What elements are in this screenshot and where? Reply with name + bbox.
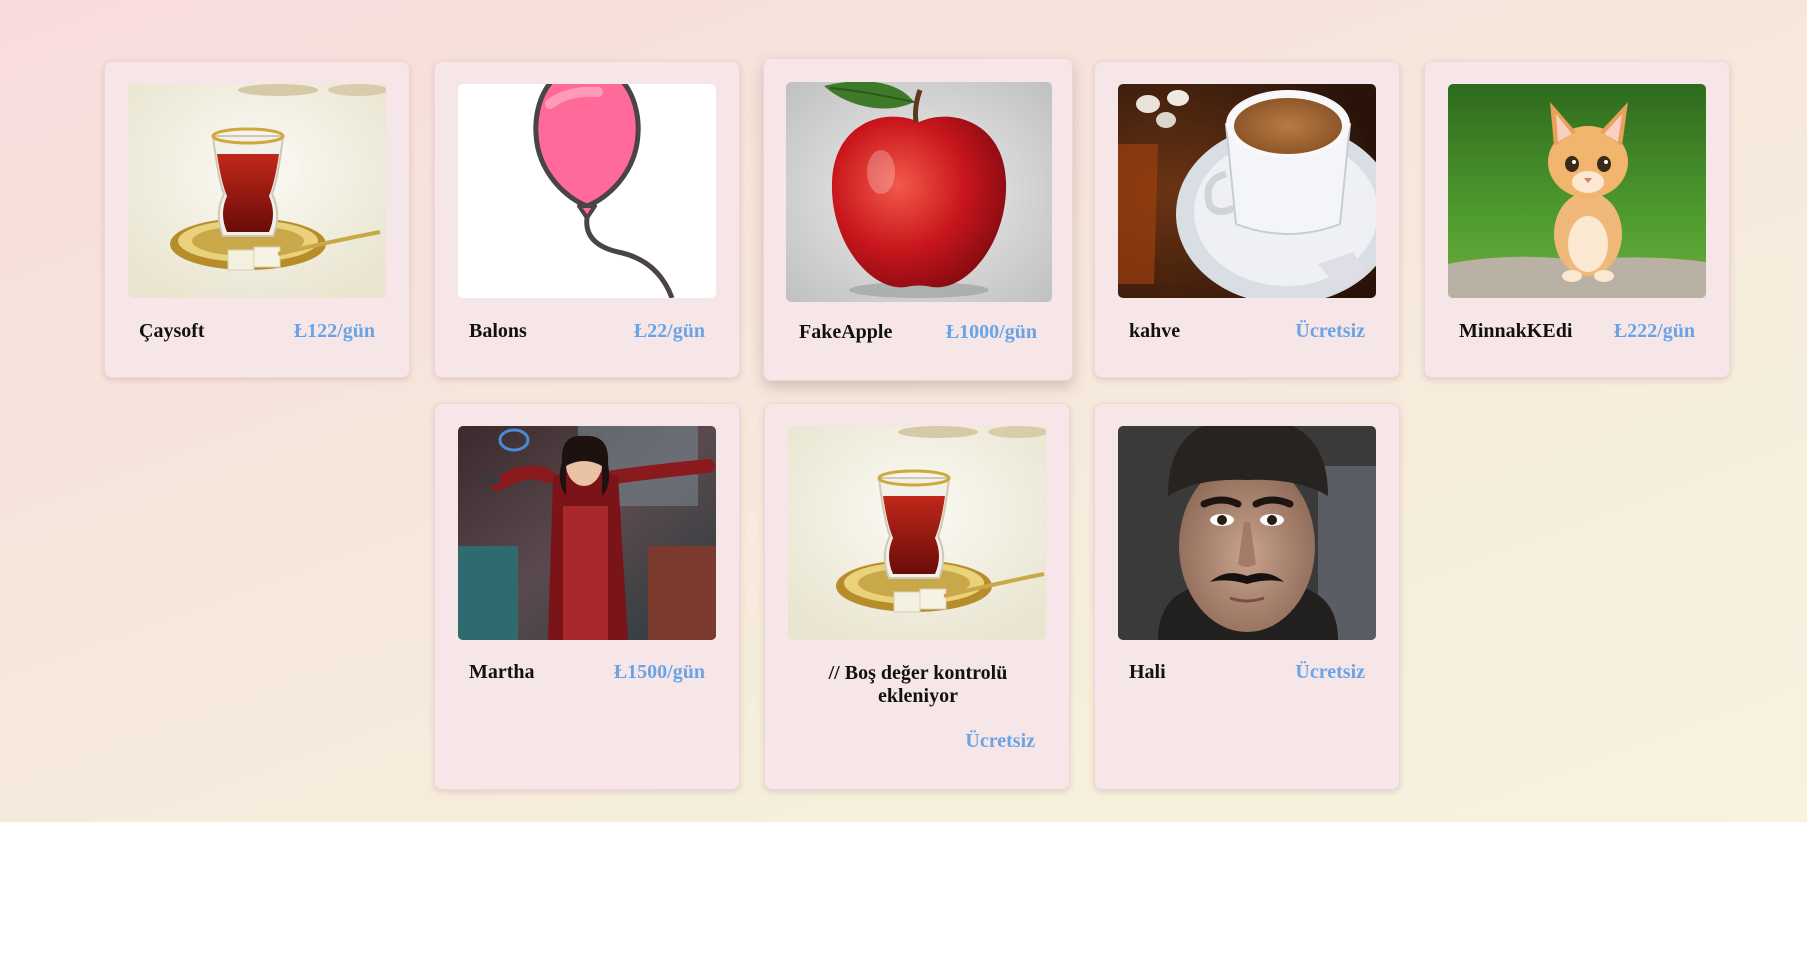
product-image-coffee xyxy=(1118,84,1376,298)
product-name: FakeApple xyxy=(799,321,893,343)
product-price: Ł1000/gün xyxy=(945,321,1037,343)
product-image-kitten xyxy=(1448,84,1706,298)
product-image-tea xyxy=(128,84,386,298)
page-footer-area xyxy=(0,822,1807,966)
product-price: Ł22/gün xyxy=(633,320,705,342)
product-name: Hali xyxy=(1129,661,1166,683)
product-name: MinnakKEdi xyxy=(1459,320,1573,342)
product-card[interactable]: MinnakKEdi Ł222/gün xyxy=(1424,61,1730,378)
product-price: Ücretsiz xyxy=(1295,320,1365,342)
product-name: kahve xyxy=(1129,320,1181,342)
product-image-portrait xyxy=(1118,426,1376,640)
product-card[interactable]: FakeApple Ł1000/gün xyxy=(763,58,1073,381)
product-name: // Boş değer kontrolü ekleniyor xyxy=(828,662,1008,707)
product-name: Çaysoft xyxy=(139,320,205,342)
product-card[interactable]: Balons Ł22/gün xyxy=(434,61,740,378)
product-image-tea xyxy=(788,426,1046,640)
page-background: Çaysoft Ł122/gün Balons Ł22/gün FakeAppl… xyxy=(0,0,1807,822)
product-card[interactable]: Çaysoft Ł122/gün xyxy=(104,61,410,378)
product-card[interactable]: Martha Ł1500/gün xyxy=(434,403,740,790)
product-price: Ücretsiz xyxy=(1295,661,1365,683)
product-name: Balons xyxy=(469,320,527,342)
product-card[interactable]: // Boş değer kontrolü ekleniyor Ücretsiz xyxy=(764,403,1070,790)
product-price: Ücretsiz xyxy=(965,730,1035,752)
product-price: Ł1500/gün xyxy=(613,661,705,683)
product-card[interactable]: Hali Ücretsiz xyxy=(1094,403,1400,790)
product-price: Ł222/gün xyxy=(1613,320,1695,342)
product-image-woman xyxy=(458,426,716,640)
product-price: Ł122/gün xyxy=(293,320,375,342)
product-image-balloon xyxy=(458,84,716,298)
product-card[interactable]: kahve Ücretsiz xyxy=(1094,61,1400,378)
product-image-apple xyxy=(786,82,1052,302)
product-name: Martha xyxy=(469,661,535,683)
